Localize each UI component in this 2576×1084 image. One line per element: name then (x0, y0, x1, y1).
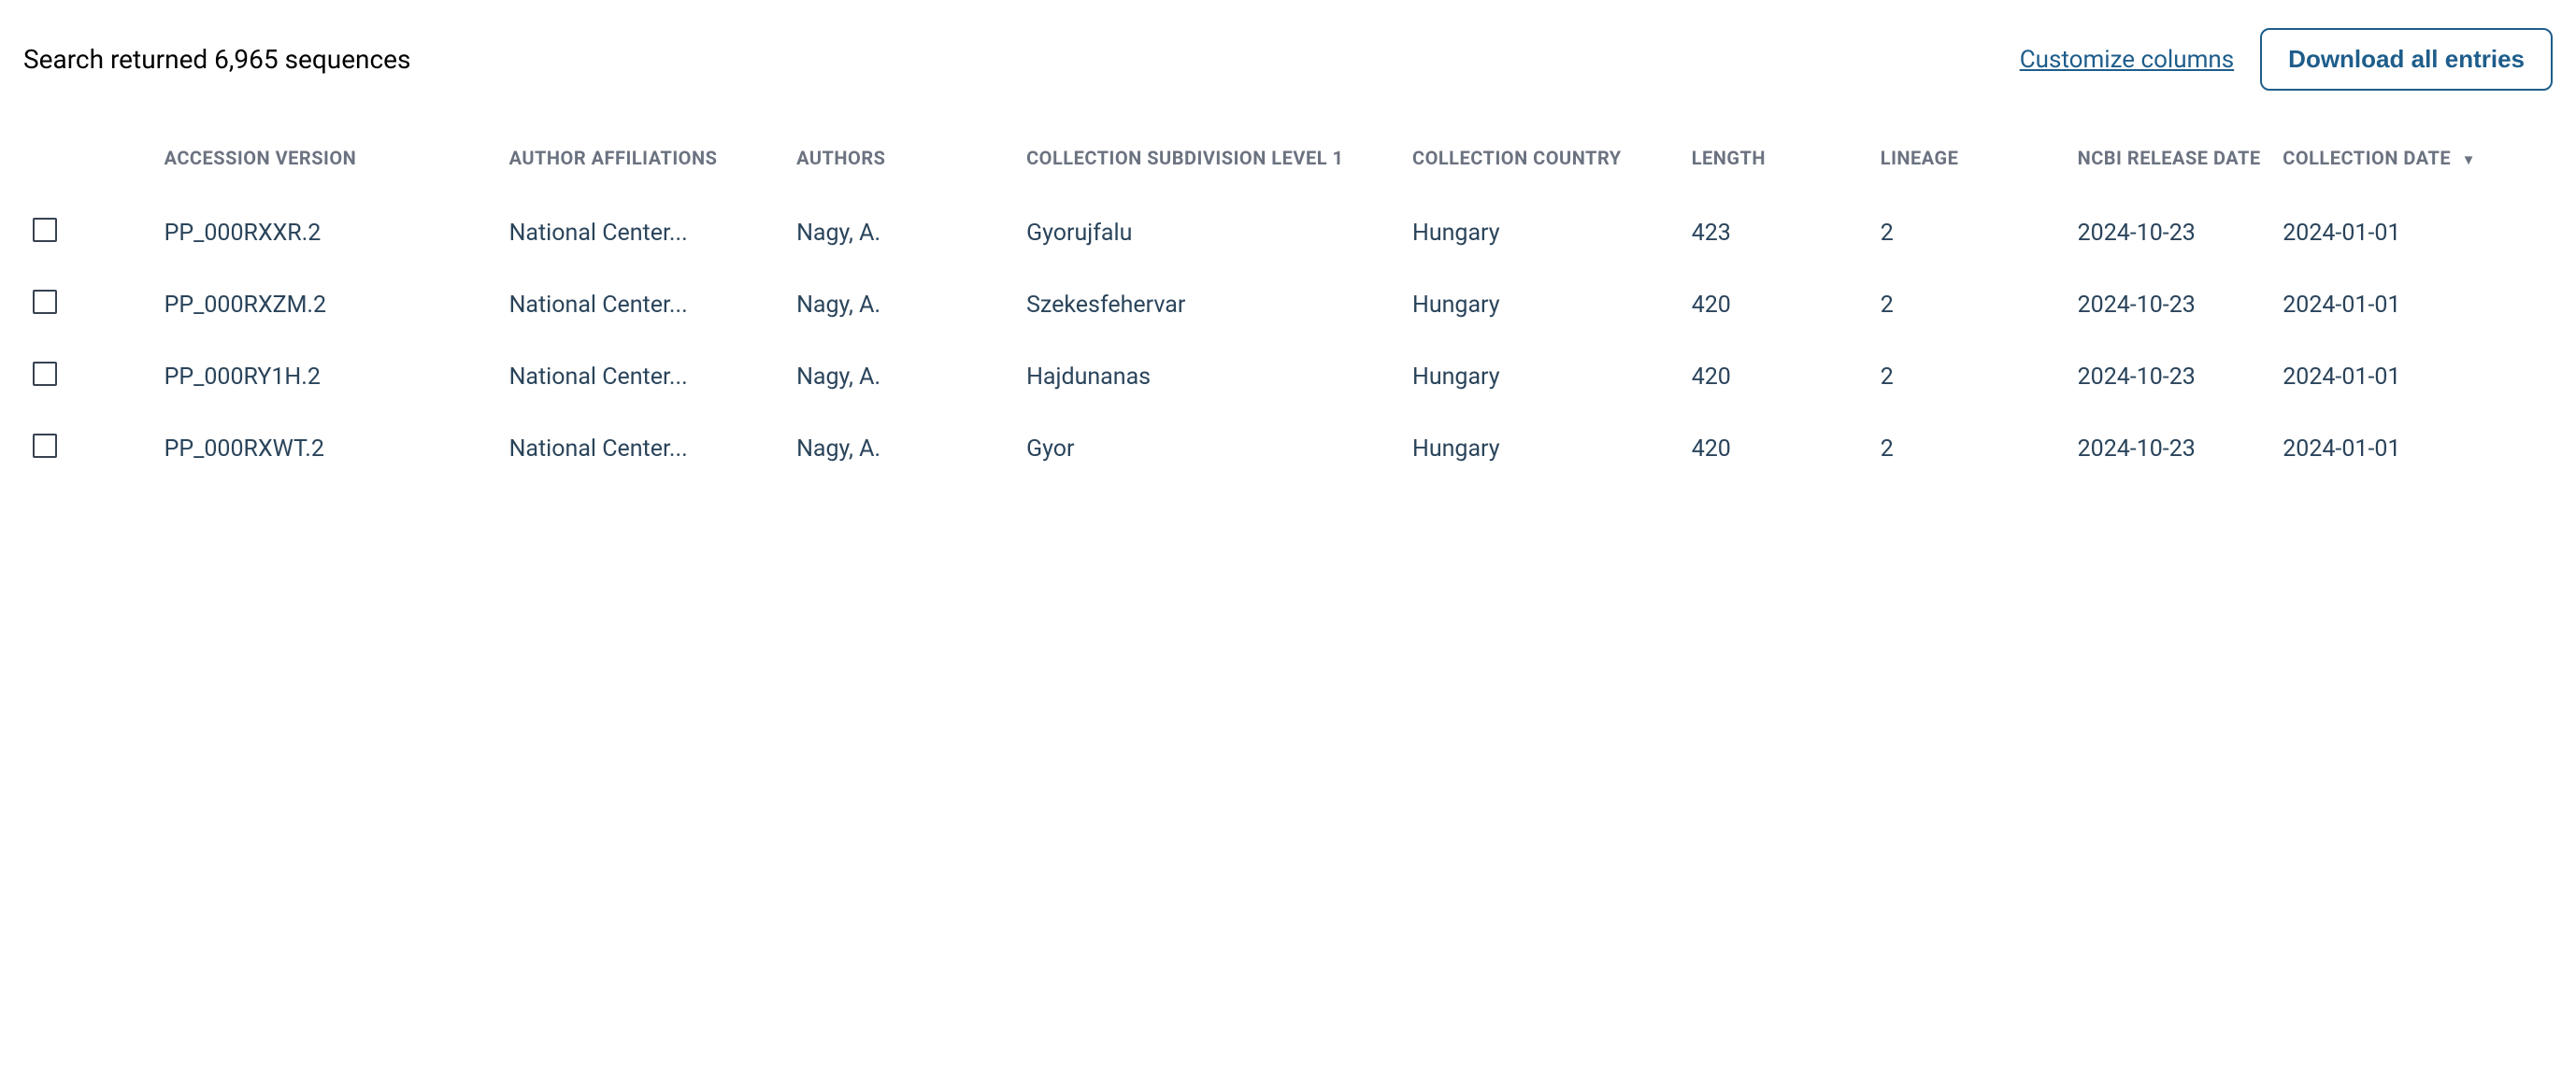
cell-release-date: 2024-10-23 (2068, 197, 2274, 269)
column-header-length[interactable]: LENGTH (1682, 137, 1871, 197)
cell-release-date: 2024-10-23 (2068, 269, 2274, 341)
column-header-collection-date[interactable]: COLLECTION DATE ▼ (2273, 137, 2553, 197)
column-header-select (23, 137, 155, 197)
download-all-button[interactable]: Download all entries (2260, 28, 2553, 91)
results-table: ACCESSION VERSION AUTHOR AFFILIATIONS AU… (23, 137, 2553, 485)
cell-subdivision: Hajdunanas (1017, 341, 1403, 413)
table-header-row: ACCESSION VERSION AUTHOR AFFILIATIONS AU… (23, 137, 2553, 197)
results-header: Search returned 6,965 sequences Customiz… (23, 28, 2553, 91)
column-header-release-date[interactable]: NCBI RELEASE DATE (2068, 137, 2274, 197)
cell-subdivision: Gyorujfalu (1017, 197, 1403, 269)
cell-country: Hungary (1403, 413, 1682, 485)
row-checkbox[interactable] (33, 362, 57, 386)
cell-affiliations: National Center... (500, 341, 788, 413)
row-checkbox[interactable] (33, 218, 57, 242)
table-body: PP_000RXXR.2 National Center... Nagy, A.… (23, 197, 2553, 485)
sort-desc-icon: ▼ (2462, 151, 2476, 168)
column-header-accession[interactable]: ACCESSION VERSION (155, 137, 500, 197)
cell-accession: PP_000RXZM.2 (155, 269, 500, 341)
cell-authors: Nagy, A. (787, 341, 1017, 413)
cell-subdivision: Szekesfehervar (1017, 269, 1403, 341)
cell-lineage: 2 (1871, 413, 2068, 485)
cell-length: 420 (1682, 341, 1871, 413)
cell-lineage: 2 (1871, 341, 2068, 413)
row-checkbox[interactable] (33, 290, 57, 314)
column-header-lineage[interactable]: LINEAGE (1871, 137, 2068, 197)
column-header-collection-date-label: COLLECTION DATE (2283, 147, 2451, 169)
column-header-authors[interactable]: AUTHORS (787, 137, 1017, 197)
table-row: PP_000RXXR.2 National Center... Nagy, A.… (23, 197, 2553, 269)
cell-length: 420 (1682, 413, 1871, 485)
column-header-subdivision[interactable]: COLLECTION SUBDIVISION LEVEL 1 (1017, 137, 1403, 197)
table-row: PP_000RXZM.2 National Center... Nagy, A.… (23, 269, 2553, 341)
cell-affiliations: National Center... (500, 413, 788, 485)
cell-release-date: 2024-10-23 (2068, 413, 2274, 485)
header-actions: Customize columns Download all entries (2020, 28, 2553, 91)
cell-lineage: 2 (1871, 197, 2068, 269)
cell-collection-date: 2024-01-01 (2273, 269, 2553, 341)
cell-affiliations: National Center... (500, 269, 788, 341)
cell-country: Hungary (1403, 269, 1682, 341)
cell-lineage: 2 (1871, 269, 2068, 341)
cell-authors: Nagy, A. (787, 413, 1017, 485)
cell-accession: PP_000RY1H.2 (155, 341, 500, 413)
cell-accession: PP_000RXWT.2 (155, 413, 500, 485)
cell-country: Hungary (1403, 341, 1682, 413)
cell-authors: Nagy, A. (787, 197, 1017, 269)
cell-collection-date: 2024-01-01 (2273, 197, 2553, 269)
search-summary: Search returned 6,965 sequences (23, 44, 410, 75)
cell-length: 423 (1682, 197, 1871, 269)
cell-collection-date: 2024-01-01 (2273, 413, 2553, 485)
cell-accession: PP_000RXXR.2 (155, 197, 500, 269)
cell-affiliations: National Center... (500, 197, 788, 269)
cell-release-date: 2024-10-23 (2068, 341, 2274, 413)
cell-length: 420 (1682, 269, 1871, 341)
table-row: PP_000RY1H.2 National Center... Nagy, A.… (23, 341, 2553, 413)
column-header-country[interactable]: COLLECTION COUNTRY (1403, 137, 1682, 197)
cell-country: Hungary (1403, 197, 1682, 269)
cell-collection-date: 2024-01-01 (2273, 341, 2553, 413)
customize-columns-link[interactable]: Customize columns (2020, 46, 2234, 74)
cell-subdivision: Gyor (1017, 413, 1403, 485)
table-row: PP_000RXWT.2 National Center... Nagy, A.… (23, 413, 2553, 485)
column-header-affiliations[interactable]: AUTHOR AFFILIATIONS (500, 137, 788, 197)
cell-authors: Nagy, A. (787, 269, 1017, 341)
row-checkbox[interactable] (33, 434, 57, 458)
